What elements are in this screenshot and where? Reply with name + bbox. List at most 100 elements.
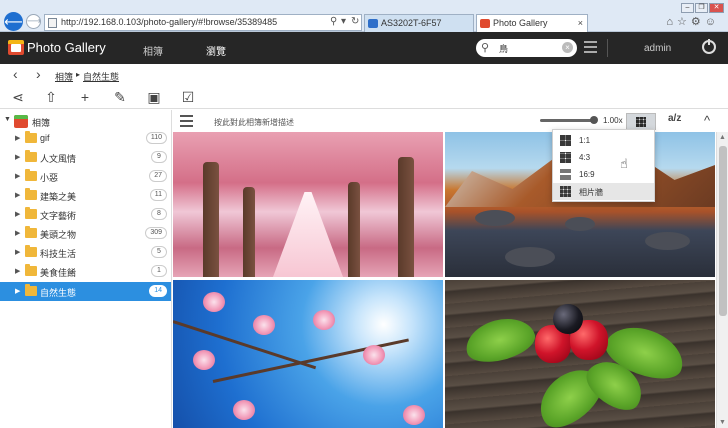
folder-icon <box>25 264 37 276</box>
upload-icon[interactable]: ⇧ <box>43 89 59 105</box>
grid-16-9-icon <box>560 169 571 180</box>
close-tab-icon[interactable]: × <box>578 15 583 31</box>
maximize-button[interactable]: ❐ <box>695 3 708 13</box>
browser-chrome: – ❐ ✕ ⟵ ⟶ http://192.168.0.103/photo-galle… <box>0 0 728 32</box>
browser-forward-button[interactable]: ⟶ <box>26 14 41 29</box>
rock <box>565 217 595 231</box>
tree-item-culture[interactable]: ▶ 人文風情 9 <box>0 148 171 167</box>
path-shape <box>273 192 343 277</box>
nav-album[interactable]: 相簿 <box>143 43 163 58</box>
folder-icon <box>25 226 37 238</box>
breadcrumb: ‹ › 相簿 ▸ 自然生態 <box>0 64 728 86</box>
tree-item-tech[interactable]: ▶ 科技生活 5 <box>0 243 171 262</box>
search-icon: ⚲ <box>481 42 490 54</box>
back-arrow-icon[interactable]: ‹ <box>13 66 18 82</box>
count-badge: 27 <box>149 170 167 182</box>
url-text[interactable]: http://192.168.0.103/photo-gallery/#!bro… <box>61 17 277 27</box>
tab-photo-gallery[interactable]: Photo Gallery × <box>476 14 588 32</box>
app-title: Photo Gallery <box>27 40 106 55</box>
count-badge: 1 <box>151 265 167 277</box>
folder-icon <box>25 150 37 162</box>
photo-cherry-blossom-path[interactable] <box>173 132 443 277</box>
nav-browse[interactable]: 瀏覽 <box>206 43 226 58</box>
caret-right-icon[interactable]: ▶ <box>15 229 20 237</box>
tree-item-misc[interactable]: ▶ 小惡 27 <box>0 167 171 186</box>
tree-item-label: gif <box>40 133 50 143</box>
photo-berries-on-wood[interactable] <box>445 280 715 428</box>
user-name[interactable]: admin <box>644 43 671 54</box>
close-window-button[interactable]: ✕ <box>709 3 724 13</box>
forward-arrow-icon[interactable]: › <box>36 66 41 82</box>
caret-right-icon[interactable]: ▶ <box>15 134 20 142</box>
chevron-down-icon[interactable]: ▾ <box>341 16 346 27</box>
slideshow-icon[interactable]: ▣ <box>146 89 162 105</box>
browser-back-button[interactable]: ⟵ <box>4 12 23 31</box>
tab-as3202t[interactable]: AS3202T-6F57 <box>364 14 474 32</box>
select-icon[interactable]: ☑ <box>180 89 196 105</box>
add-icon[interactable]: + <box>77 89 93 105</box>
count-badge: 9 <box>151 151 167 163</box>
photo-pink-blossom-sky[interactable] <box>173 280 443 428</box>
flower <box>363 345 385 365</box>
caret-right-icon[interactable]: ▶ <box>15 267 20 275</box>
list-view-icon[interactable] <box>584 41 597 56</box>
tree-item-architecture[interactable]: ▶ 建築之美 11 <box>0 186 171 205</box>
refresh-icon[interactable]: ↻ <box>351 16 359 27</box>
caret-right-icon[interactable]: ▶ <box>15 172 20 180</box>
tree-item-label: 美頭之物 <box>40 230 77 240</box>
option-16-9[interactable]: 16:9 <box>553 166 654 183</box>
count-badge: 14 <box>149 285 167 297</box>
caret-right-icon[interactable]: ▶ <box>15 191 20 199</box>
leaf <box>461 311 539 369</box>
search-input[interactable]: ⚲ 鳥 × <box>476 39 577 57</box>
caret-right-icon[interactable]: ▶ <box>15 210 20 218</box>
scroll-up-icon[interactable]: ▲ <box>719 134 726 141</box>
address-bar[interactable]: http://192.168.0.103/photo-gallery/#!bro… <box>44 14 362 31</box>
rock <box>645 232 690 250</box>
caret-right-icon[interactable]: ▶ <box>15 153 20 161</box>
scrollbar-thumb[interactable] <box>719 146 727 316</box>
sort-icon[interactable]: a/z <box>668 113 681 124</box>
search-icon[interactable]: ⚲ <box>330 16 337 27</box>
breadcrumb-current[interactable]: 自然生態 <box>83 70 119 83</box>
zoom-slider[interactable] <box>540 116 598 124</box>
flower <box>313 310 335 330</box>
tree-item-label: 美食佳餚 <box>40 268 77 278</box>
option-4-3[interactable]: 4:3 <box>553 149 654 166</box>
tree-item-food[interactable]: ▶ 美食佳餚 1 <box>0 262 171 281</box>
caret-down-icon[interactable]: ▼ <box>4 116 11 123</box>
scroll-down-icon[interactable]: ▼ <box>719 419 726 426</box>
album-root-icon <box>14 115 28 128</box>
browser-toolbar-icons[interactable]: ⌂☆⚙☺ <box>666 15 720 28</box>
toolbar: ⋖ ⇧ + ✎ ▣ ☑ <box>0 86 728 109</box>
count-badge: 8 <box>151 208 167 220</box>
minimize-button[interactable]: – <box>681 3 694 13</box>
collapse-icon[interactable]: ^ <box>704 113 710 128</box>
search-value[interactable]: 鳥 <box>499 42 508 55</box>
option-photo-wall[interactable]: 相片牆 <box>553 183 654 200</box>
tree-item-gif[interactable]: ▶ gif 110 <box>0 129 171 148</box>
folder-icon <box>25 245 37 257</box>
menu-icon[interactable] <box>180 115 193 130</box>
flower <box>203 292 225 312</box>
share-icon[interactable]: ⋖ <box>10 89 26 105</box>
album-description-field[interactable]: 按此對此相簿新增描述 <box>214 117 294 128</box>
breadcrumb-root[interactable]: 相簿 <box>55 70 73 83</box>
caret-right-icon[interactable]: ▶ <box>15 287 20 295</box>
slider-thumb[interactable] <box>590 116 598 124</box>
tree-item-objects[interactable]: ▶ 美頭之物 309 <box>0 224 171 243</box>
option-1-1[interactable]: 1:1 <box>553 132 654 149</box>
tree-trunk <box>398 157 414 277</box>
layout-dropdown: 1:1 4:3 16:9 相片牆 <box>552 129 655 202</box>
tree-item-typography[interactable]: ▶ 文字藝術 8 <box>0 205 171 224</box>
folder-icon <box>25 207 37 219</box>
count-badge: 11 <box>149 189 167 201</box>
edit-icon[interactable]: ✎ <box>112 89 128 105</box>
tree-item-nature[interactable]: ▶ 自然生態 14 <box>0 282 171 301</box>
divider <box>607 39 608 57</box>
clear-search-icon[interactable]: × <box>562 42 573 53</box>
layout-button[interactable] <box>626 113 656 130</box>
caret-right-icon[interactable]: ▶ <box>15 248 20 256</box>
power-icon[interactable] <box>702 39 716 54</box>
vertical-scrollbar[interactable]: ▲ ▼ <box>716 132 728 428</box>
